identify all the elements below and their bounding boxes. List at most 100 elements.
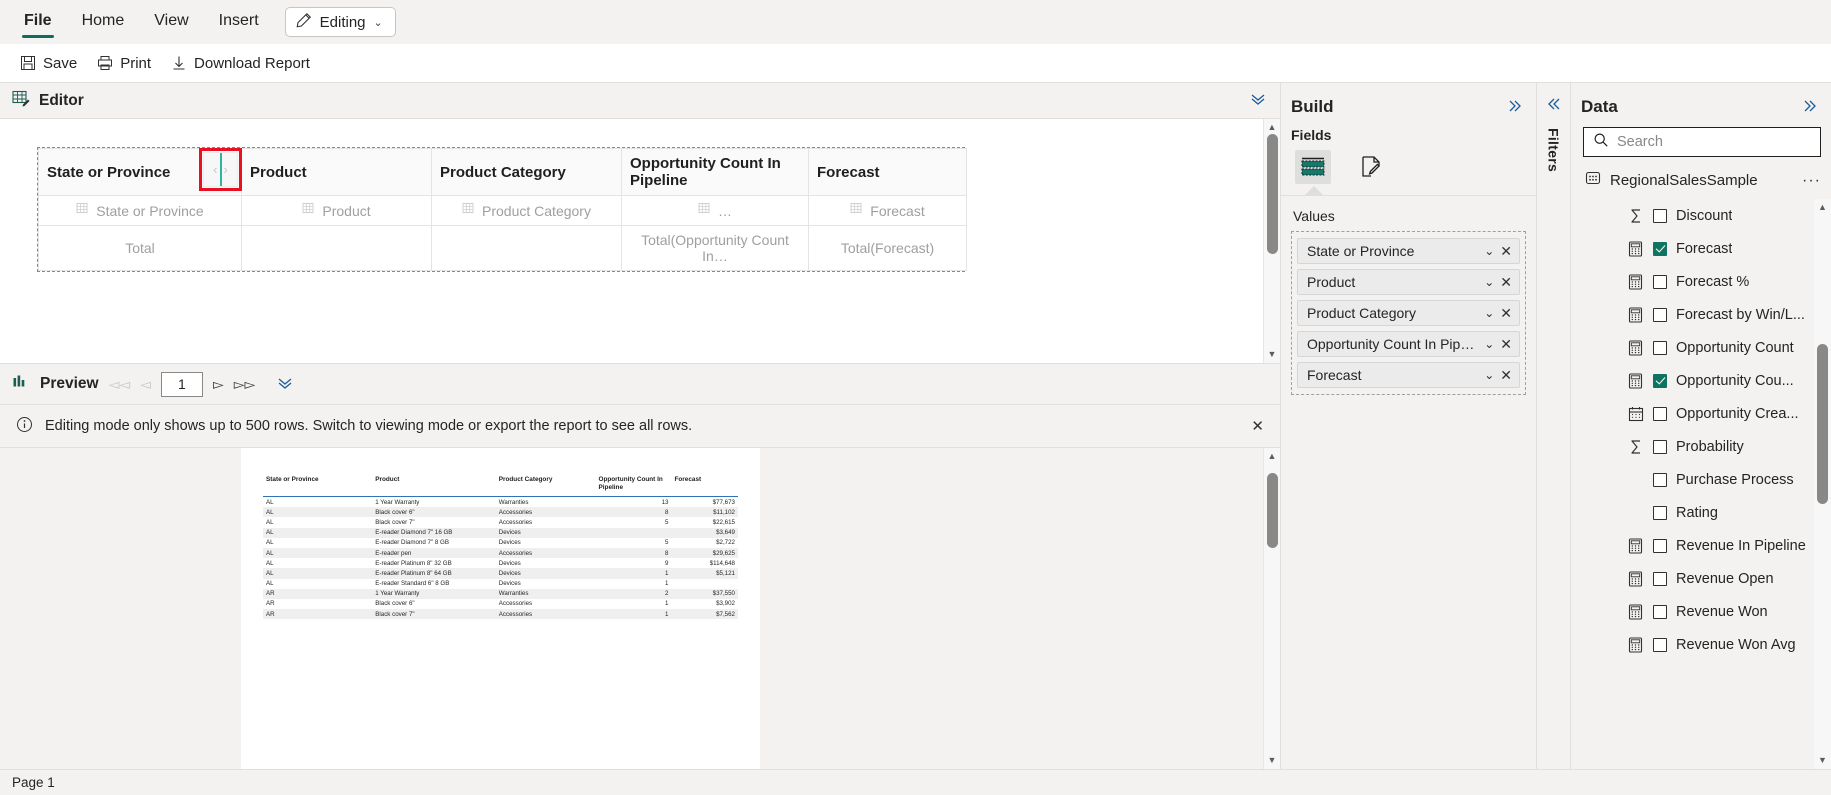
tablix-detail-cell[interactable]: … [621,195,809,226]
editor-vertical-scrollbar[interactable]: ▲ ▼ [1263,119,1280,363]
chevron-down-icon[interactable]: ⌄ [1484,306,1494,320]
preview-scroll-track[interactable] [1264,463,1280,754]
tablix-detail-cell[interactable]: Product Category [431,195,622,226]
data-field-row[interactable]: Forecast by Win/L... [1571,298,1814,331]
tablix-total-cell[interactable]: Total(Forecast) [808,225,967,271]
data-field-row[interactable]: Discount [1571,199,1814,232]
tablix-design-surface[interactable]: State or Province Product Product Catego… [37,147,967,272]
value-field-chip[interactable]: Forecast ⌄ ✕ [1297,362,1520,388]
tablix-header-cell[interactable]: Product [241,148,432,196]
tablix-detail-cell[interactable]: Forecast [808,195,967,226]
chevron-down-icon[interactable]: ⌄ [1484,275,1494,289]
tablix-total-cell[interactable]: Total [38,225,242,271]
scroll-down-icon[interactable]: ▼ [1818,754,1827,767]
data-field-row[interactable]: Opportunity Count [1571,331,1814,364]
tablix-header-cell[interactable]: Opportunity Count In Pipeline [621,148,809,196]
value-field-chip[interactable]: Product ⌄ ✕ [1297,269,1520,295]
value-field-chip[interactable]: State or Province ⌄ ✕ [1297,238,1520,264]
scroll-up-icon[interactable]: ▲ [1268,121,1277,134]
field-checkbox[interactable] [1653,373,1667,388]
preview-scroll-area[interactable]: State or Province Product Product Catego… [0,448,1263,769]
dataset-more-menu[interactable]: ··· [1802,173,1821,188]
field-checkbox[interactable] [1653,274,1667,289]
data-field-row[interactable]: Forecast % [1571,265,1814,298]
data-field-row[interactable]: Revenue In Pipeline [1571,529,1814,562]
preview-scroll-thumb[interactable] [1267,473,1278,548]
search-input[interactable] [1617,134,1811,150]
ribbon-tab-view[interactable]: View [140,6,202,38]
save-button[interactable]: Save [20,55,77,72]
data-field-row[interactable]: Revenue Won Avg [1571,628,1814,661]
data-vertical-scrollbar[interactable]: ▲ ▼ [1814,199,1831,769]
data-field-row[interactable]: Opportunity Crea... [1571,397,1814,430]
remove-field-icon[interactable]: ✕ [1500,243,1512,260]
field-checkbox[interactable] [1653,307,1667,322]
page-number-input[interactable] [160,371,203,397]
scroll-up-icon[interactable]: ▲ [1818,201,1827,214]
tablix-total-cell[interactable] [431,225,622,271]
filters-collapse-button[interactable] [1545,97,1563,116]
format-tab-icon[interactable] [1353,150,1389,184]
data-field-row[interactable]: Revenue Won [1571,595,1814,628]
data-expand-button[interactable] [1801,99,1819,116]
field-checkbox[interactable] [1653,505,1667,520]
next-page-button[interactable]: ▻ [213,376,224,393]
chevron-down-icon[interactable]: ⌄ [1484,244,1494,258]
field-checkbox[interactable] [1653,571,1667,586]
tablix-header-cell[interactable]: Forecast [808,148,967,196]
editing-mode-chip[interactable]: Editing ⌄ [284,7,396,37]
field-checkbox[interactable] [1653,340,1667,355]
tablix-detail-cell[interactable]: State or Province [38,195,242,226]
print-button[interactable]: Print [97,55,151,72]
ribbon-tab-insert[interactable]: Insert [205,6,273,38]
scroll-up-icon[interactable]: ▲ [1268,450,1277,463]
data-field-row[interactable]: Forecast [1571,232,1814,265]
field-checkbox[interactable] [1653,637,1667,652]
tablix-header-cell[interactable]: Product Category [431,148,622,196]
last-page-button[interactable]: ▻▻ [234,376,256,393]
column-resize-handle[interactable]: ‹ › [203,152,238,187]
scroll-down-icon[interactable]: ▼ [1268,754,1277,767]
values-well[interactable]: State or Province ⌄ ✕ Product ⌄ ✕ Product Cate… [1291,231,1526,395]
preview-vertical-scrollbar[interactable]: ▲ ▼ [1263,448,1280,769]
value-field-chip[interactable]: Opportunity Count In Pipeline ⌄ ✕ [1297,331,1520,357]
preview-collapse-button[interactable] [275,376,295,393]
ribbon-tab-file[interactable]: File [10,6,66,38]
field-checkbox[interactable] [1653,241,1667,256]
remove-field-icon[interactable]: ✕ [1500,305,1512,322]
editor-scroll-thumb[interactable] [1267,134,1278,254]
field-checkbox[interactable] [1653,208,1667,223]
field-checkbox[interactable] [1653,538,1667,553]
data-scroll-track[interactable] [1814,214,1831,754]
dataset-row[interactable]: RegionalSalesSample ··· [1571,157,1831,199]
download-report-button[interactable]: Download Report [171,55,310,72]
data-field-row[interactable]: Probability [1571,430,1814,463]
remove-field-icon[interactable]: ✕ [1500,367,1512,384]
editor-collapse-button[interactable] [1248,92,1268,109]
filters-tab-label[interactable]: Filters [1546,128,1562,172]
field-checkbox[interactable] [1653,406,1667,421]
prev-page-button[interactable]: ◅ [140,376,151,393]
field-checkbox[interactable] [1653,439,1667,454]
tablix-total-cell[interactable] [241,225,432,271]
first-page-button[interactable]: ◅◅ [109,376,131,393]
build-expand-button[interactable] [1506,99,1524,116]
close-icon[interactable]: ✕ [1251,417,1264,435]
data-field-row[interactable]: Rating [1571,496,1814,529]
remove-field-icon[interactable]: ✕ [1500,274,1512,291]
value-field-chip[interactable]: Product Category ⌄ ✕ [1297,300,1520,326]
field-checkbox[interactable] [1653,472,1667,487]
editor-scroll-track[interactable] [1264,134,1280,348]
fields-tab-icon[interactable] [1295,150,1331,184]
data-field-row[interactable]: Purchase Process [1571,463,1814,496]
data-field-row[interactable]: Revenue Open [1571,562,1814,595]
scroll-down-icon[interactable]: ▼ [1268,348,1277,361]
ribbon-tab-home[interactable]: Home [68,6,139,38]
data-search-box[interactable] [1583,127,1821,157]
chevron-down-icon[interactable]: ⌄ [1484,368,1494,382]
tablix-detail-cell[interactable]: Product [241,195,432,226]
tablix-total-cell[interactable]: Total(Opportunity Count In… [621,225,809,271]
remove-field-icon[interactable]: ✕ [1500,336,1512,353]
field-checkbox[interactable] [1653,604,1667,619]
data-scroll-thumb[interactable] [1817,344,1828,504]
